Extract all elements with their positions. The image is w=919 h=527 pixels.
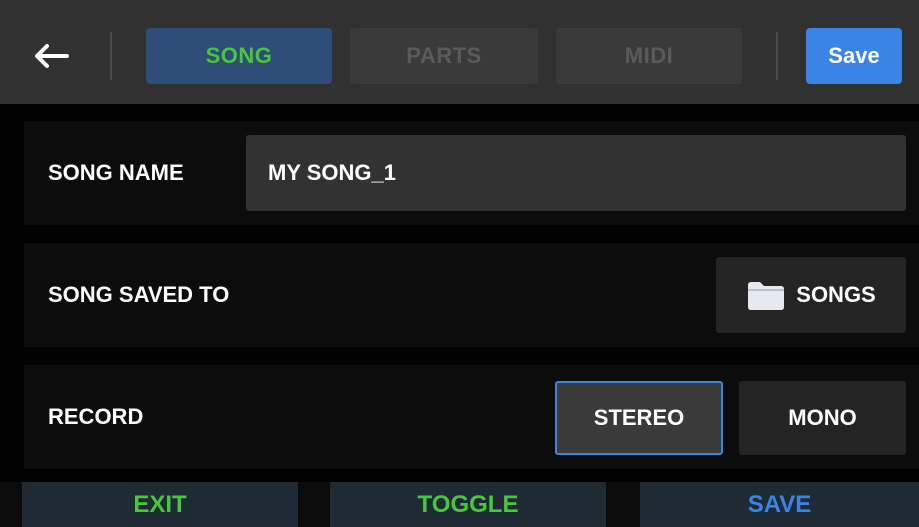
exit-softkey[interactable]: EXIT (22, 482, 298, 527)
saved-to-label: SONG SAVED TO (48, 282, 230, 307)
divider (776, 32, 778, 80)
tab-midi[interactable]: MIDI (556, 28, 742, 84)
stereo-label: STEREO (593, 405, 685, 430)
folder-select-button[interactable]: SONGS (716, 257, 906, 333)
saved-to-row: SONG SAVED TO SONGS (24, 243, 919, 347)
save-button-label: Save (828, 43, 880, 68)
exit-label: EXIT (133, 490, 187, 518)
mono-label: MONO (788, 405, 857, 430)
song-name-label: SONG NAME (48, 160, 184, 185)
toggle-label: TOGGLE (417, 490, 519, 518)
top-bar: SONG PARTS MIDI Save (0, 0, 919, 104)
tab-song[interactable]: SONG (146, 28, 332, 84)
tab-song-label: SONG (205, 43, 273, 68)
tab-parts-label: PARTS (406, 43, 482, 68)
save-softkey[interactable]: SAVE (640, 482, 919, 527)
song-name-value: MY SONG_1 (268, 160, 396, 185)
mono-button[interactable]: MONO (739, 381, 906, 455)
record-label: RECORD (48, 404, 144, 429)
back-arrow-icon (35, 44, 69, 68)
save-button[interactable]: Save (806, 28, 902, 84)
softkey-bar: EXIT TOGGLE SAVE (0, 482, 919, 527)
folder-icon (748, 282, 785, 310)
tab-midi-label: MIDI (624, 43, 674, 68)
divider (110, 32, 112, 80)
toggle-softkey[interactable]: TOGGLE (330, 482, 606, 527)
folder-name: SONGS (796, 282, 876, 307)
save-softkey-label: SAVE (747, 490, 812, 518)
stereo-button[interactable]: STEREO (555, 381, 723, 455)
song-name-row: SONG NAME MY SONG_1 (24, 121, 919, 225)
song-name-field[interactable]: MY SONG_1 (246, 135, 906, 211)
back-button[interactable] (22, 28, 82, 84)
record-row: RECORD STEREO MONO (24, 365, 919, 469)
tab-parts[interactable]: PARTS (350, 28, 538, 84)
